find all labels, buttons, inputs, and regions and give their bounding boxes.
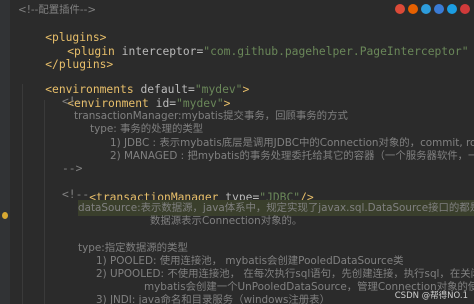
xml-tag: /> (469, 45, 474, 58)
lightbulb-icon[interactable] (1, 210, 9, 220)
xml-attribute: interceptor= (121, 45, 204, 58)
code-line: </plugins> (18, 41, 113, 71)
editor-gutter[interactable] (0, 0, 10, 304)
code-line: 数据源表示Connection对象的。 (150, 215, 303, 227)
code-editor[interactable]: <!--配置插件--> <plugins> <plugin intercepto… (0, 0, 474, 304)
edge-icon[interactable] (447, 4, 457, 14)
opera-icon[interactable] (460, 4, 470, 14)
xml-attribute-value: "com.github.pagehelper.PageInterceptor" (203, 45, 469, 58)
code-line: 3) JNDI: java命名和目录服务（windows注册表） (96, 294, 330, 304)
indent-guide (22, 84, 23, 304)
xml-tag: > (242, 83, 250, 96)
code-line: <transactionManager type="JDBC"/> (62, 174, 313, 204)
safari-icon[interactable] (421, 4, 431, 14)
chrome-icon[interactable] (395, 4, 405, 14)
firefox-icon[interactable] (408, 4, 418, 14)
browser-preview-icons (395, 4, 470, 14)
indent-guide (44, 100, 45, 304)
watermark: CSDN @帮得NO.1 (394, 291, 468, 301)
ie-icon[interactable] (434, 4, 444, 14)
code-line: 2) MANAGED : 把mybatis的事务处理委托给其它的容器（一个服务器… (110, 150, 474, 162)
